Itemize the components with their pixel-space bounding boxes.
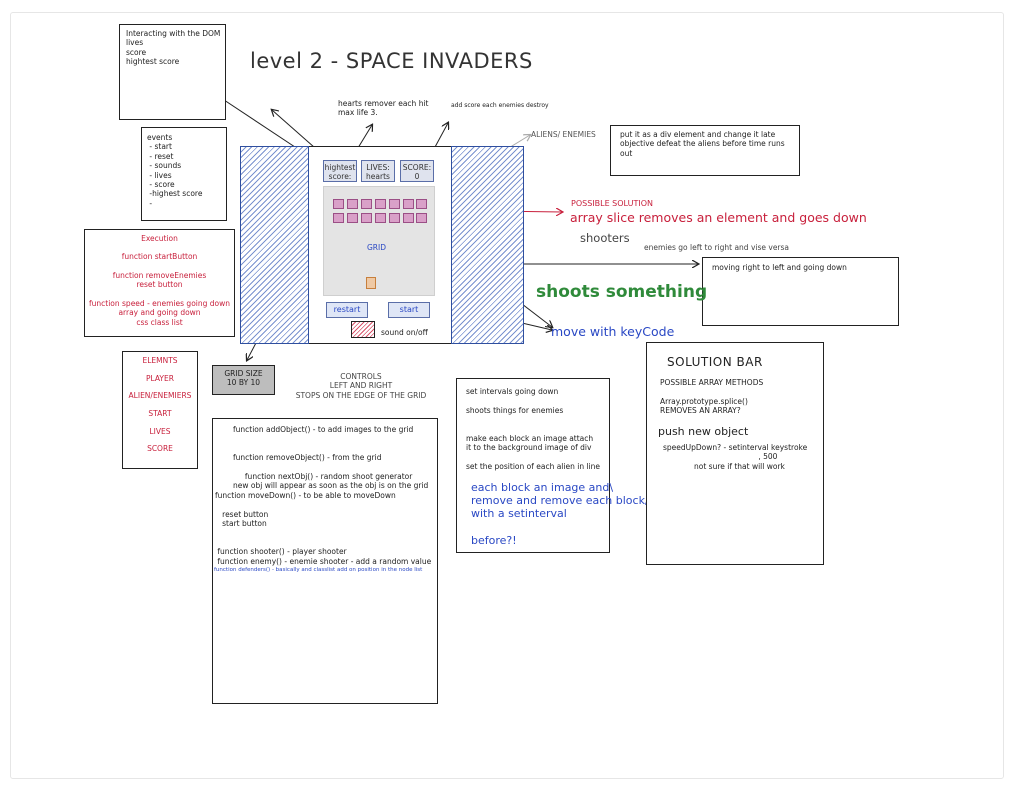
player-ship	[366, 277, 376, 289]
alien	[347, 199, 358, 209]
score-display: SCORE: 0	[400, 160, 434, 182]
alien	[361, 199, 372, 209]
alien	[347, 213, 358, 223]
array-slice-note: array slice removes an element and goes …	[570, 210, 867, 225]
moving-text: moving right to left and going down	[712, 263, 847, 272]
execution-items: function startButton function removeEnem…	[89, 252, 230, 327]
elements-text: ELEMNTS PLAYER ALIEN/ENEMIERS START LIVE…	[128, 356, 192, 454]
execution-title: Execution	[141, 234, 178, 243]
alien	[403, 199, 414, 209]
events-box: events - start - reset - sounds - lives …	[141, 127, 227, 221]
highest-score-overlay	[323, 160, 357, 182]
alien	[403, 213, 414, 223]
grid-size-box: GRID SIZE 10 BY 10	[212, 365, 275, 395]
div-note-text: put it as a div element and change it la…	[620, 130, 785, 158]
intervals-text: set intervals going down shoots things f…	[466, 387, 600, 471]
keycode-note: move with keyCode	[551, 324, 675, 339]
dom-note-box: Interacting with the DOM lives score hig…	[119, 24, 226, 120]
alien	[389, 213, 400, 223]
solution-body: POSSIBLE ARRAY METHODS Array.prototype.s…	[660, 378, 764, 416]
grid-label: GRID	[367, 243, 387, 252]
alien	[416, 199, 427, 209]
lives-display: LIVES: hearts	[361, 160, 395, 182]
shoots-something-note: shoots something	[536, 282, 708, 302]
controls-text: CONTROLS LEFT AND RIGHT STOPS ON THE EDG…	[295, 372, 427, 400]
moving-box: moving right to left and going down	[702, 257, 899, 326]
intervals-box: set intervals going down shoots things f…	[456, 378, 683, 553]
events-text: events - start - reset - sounds - lives …	[147, 133, 203, 208]
right-hatch-panel	[451, 146, 524, 344]
dom-note-text: Interacting with the DOM lives score hig…	[126, 29, 221, 67]
restart-button[interactable]: restart	[326, 302, 368, 318]
alien	[416, 213, 427, 223]
alien	[389, 199, 400, 209]
functions-text-1: function addObject() - to add images to …	[233, 425, 429, 491]
score-note: add score each enemies destroy	[451, 102, 549, 109]
push-new-note: push new object	[658, 425, 749, 438]
solution-bar-box: SOLUTION BAR POSSIBLE ARRAY METHODS Arra…	[646, 342, 824, 565]
elements-box: ELEMNTS PLAYER ALIEN/ENEMIERS START LIVE…	[122, 351, 198, 469]
speed-note: speedUpDown? - setinterval keystroke , 5…	[663, 443, 808, 471]
functions-text-2: function moveDown() - to be able to move…	[215, 491, 432, 566]
left-hatch-panel	[240, 146, 309, 344]
alien	[375, 199, 386, 209]
defenders-note: function defenders() - basically and cla…	[214, 567, 423, 573]
grid-size-text: GRID SIZE 10 BY 10	[224, 369, 263, 388]
sound-label: sound on/off	[381, 328, 428, 337]
alien	[333, 199, 344, 209]
execution-box: Execution function startButton function …	[84, 229, 235, 337]
enemies-lr-note: enemies go left to right and vise versa	[644, 243, 790, 252]
possible-solution-label: POSSIBLE SOLUTION	[571, 199, 653, 208]
aliens-label: ALIENS/ ENEMIES	[531, 130, 596, 139]
page-title: level 2 - SPACE INVADERS	[250, 49, 533, 73]
solution-title: SOLUTION BAR	[667, 355, 763, 369]
alien	[375, 213, 386, 223]
start-button[interactable]: start	[388, 302, 430, 318]
alien	[361, 213, 372, 223]
div-note-box: put it as a div element and change it la…	[610, 125, 800, 176]
shooters-note: shooters	[580, 231, 630, 245]
sound-toggle[interactable]	[351, 321, 375, 338]
alien	[333, 213, 344, 223]
hearts-note: hearts remover each hit max life 3.	[338, 99, 429, 118]
functions-box: function addObject() - to add images to …	[212, 418, 438, 704]
